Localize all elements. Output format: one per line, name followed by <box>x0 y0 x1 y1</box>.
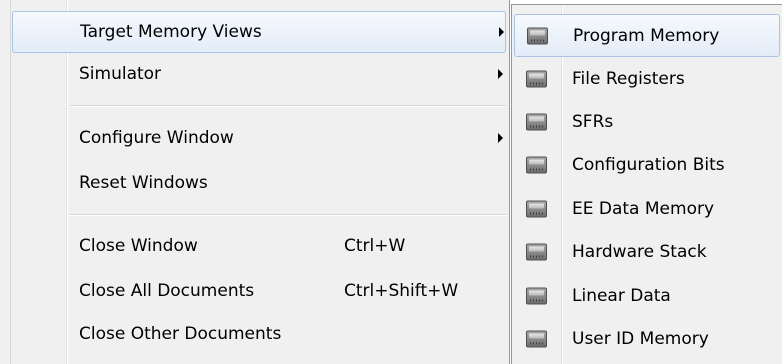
memory-chip-icon <box>526 330 547 347</box>
submenu-item-label: Linear Data <box>572 285 671 306</box>
memory-chip-icon <box>526 243 547 260</box>
menu-item-label: Close Other Documents <box>79 324 282 344</box>
menu-separator <box>70 105 506 107</box>
menu-separator <box>70 214 506 216</box>
submenu-arrow-icon <box>498 69 503 79</box>
menu-item-close-all-documents[interactable]: Close All Documents Ctrl+Shift+W <box>12 270 506 312</box>
submenu-item-file-registers[interactable]: File Registers <box>514 57 780 100</box>
window-menu: Target Memory Views Simulator Configure … <box>0 0 510 364</box>
submenu-item-linear-data[interactable]: Linear Data <box>514 274 780 317</box>
menu-item-label: Reset Windows <box>79 173 208 193</box>
menu-item-close-window[interactable]: Close Window Ctrl+W <box>12 225 506 267</box>
menu-edge <box>0 0 11 364</box>
submenu-item-hardware-stack[interactable]: Hardware Stack <box>514 230 780 273</box>
memory-chip-icon <box>526 287 547 304</box>
menu-item-label: Simulator <box>79 64 162 84</box>
shortcut-label: Ctrl+W <box>344 236 406 256</box>
memory-chip-icon <box>526 200 547 217</box>
submenu-item-label: EE Data Memory <box>572 198 715 219</box>
menu-item-label: Close Window <box>79 236 198 256</box>
memory-chip-icon <box>526 70 547 87</box>
submenu-item-configuration-bits[interactable]: Configuration Bits <box>514 143 780 186</box>
submenu-item-program-memory[interactable]: Program Memory <box>514 14 780 57</box>
menu-item-simulator[interactable]: Simulator <box>12 53 506 95</box>
menu-item-label: Configure Window <box>79 128 234 148</box>
submenu-item-ee-data-memory[interactable]: EE Data Memory <box>514 187 780 230</box>
submenu-item-sfrs[interactable]: SFRs <box>514 100 780 143</box>
menu-item-configure-window[interactable]: Configure Window <box>12 117 506 159</box>
target-memory-views-submenu: Program Memory File Registers SFRs Confi… <box>511 4 782 364</box>
submenu-item-label: Configuration Bits <box>572 154 725 175</box>
shortcut-label: Ctrl+Shift+W <box>344 281 459 301</box>
menu-item-label: Close All Documents <box>79 281 255 301</box>
submenu-item-label: Program Memory <box>573 25 720 46</box>
submenu-item-label: SFRs <box>572 111 614 132</box>
memory-chip-icon <box>526 113 547 130</box>
menu-item-target-memory-views[interactable]: Target Memory Views <box>12 11 506 53</box>
submenu-item-label: Hardware Stack <box>572 241 707 262</box>
submenu-arrow-icon <box>498 133 503 143</box>
menu-item-close-other-documents[interactable]: Close Other Documents <box>12 313 506 355</box>
submenu-item-user-id-memory[interactable]: User ID Memory <box>514 317 780 360</box>
memory-chip-icon <box>526 156 547 173</box>
memory-chip-icon <box>527 27 548 44</box>
submenu-arrow-icon <box>499 27 504 37</box>
submenu-item-label: User ID Memory <box>572 328 709 349</box>
menu-item-reset-windows[interactable]: Reset Windows <box>12 162 506 204</box>
menu-item-label: Target Memory Views <box>80 22 262 42</box>
submenu-item-label: File Registers <box>572 68 685 89</box>
